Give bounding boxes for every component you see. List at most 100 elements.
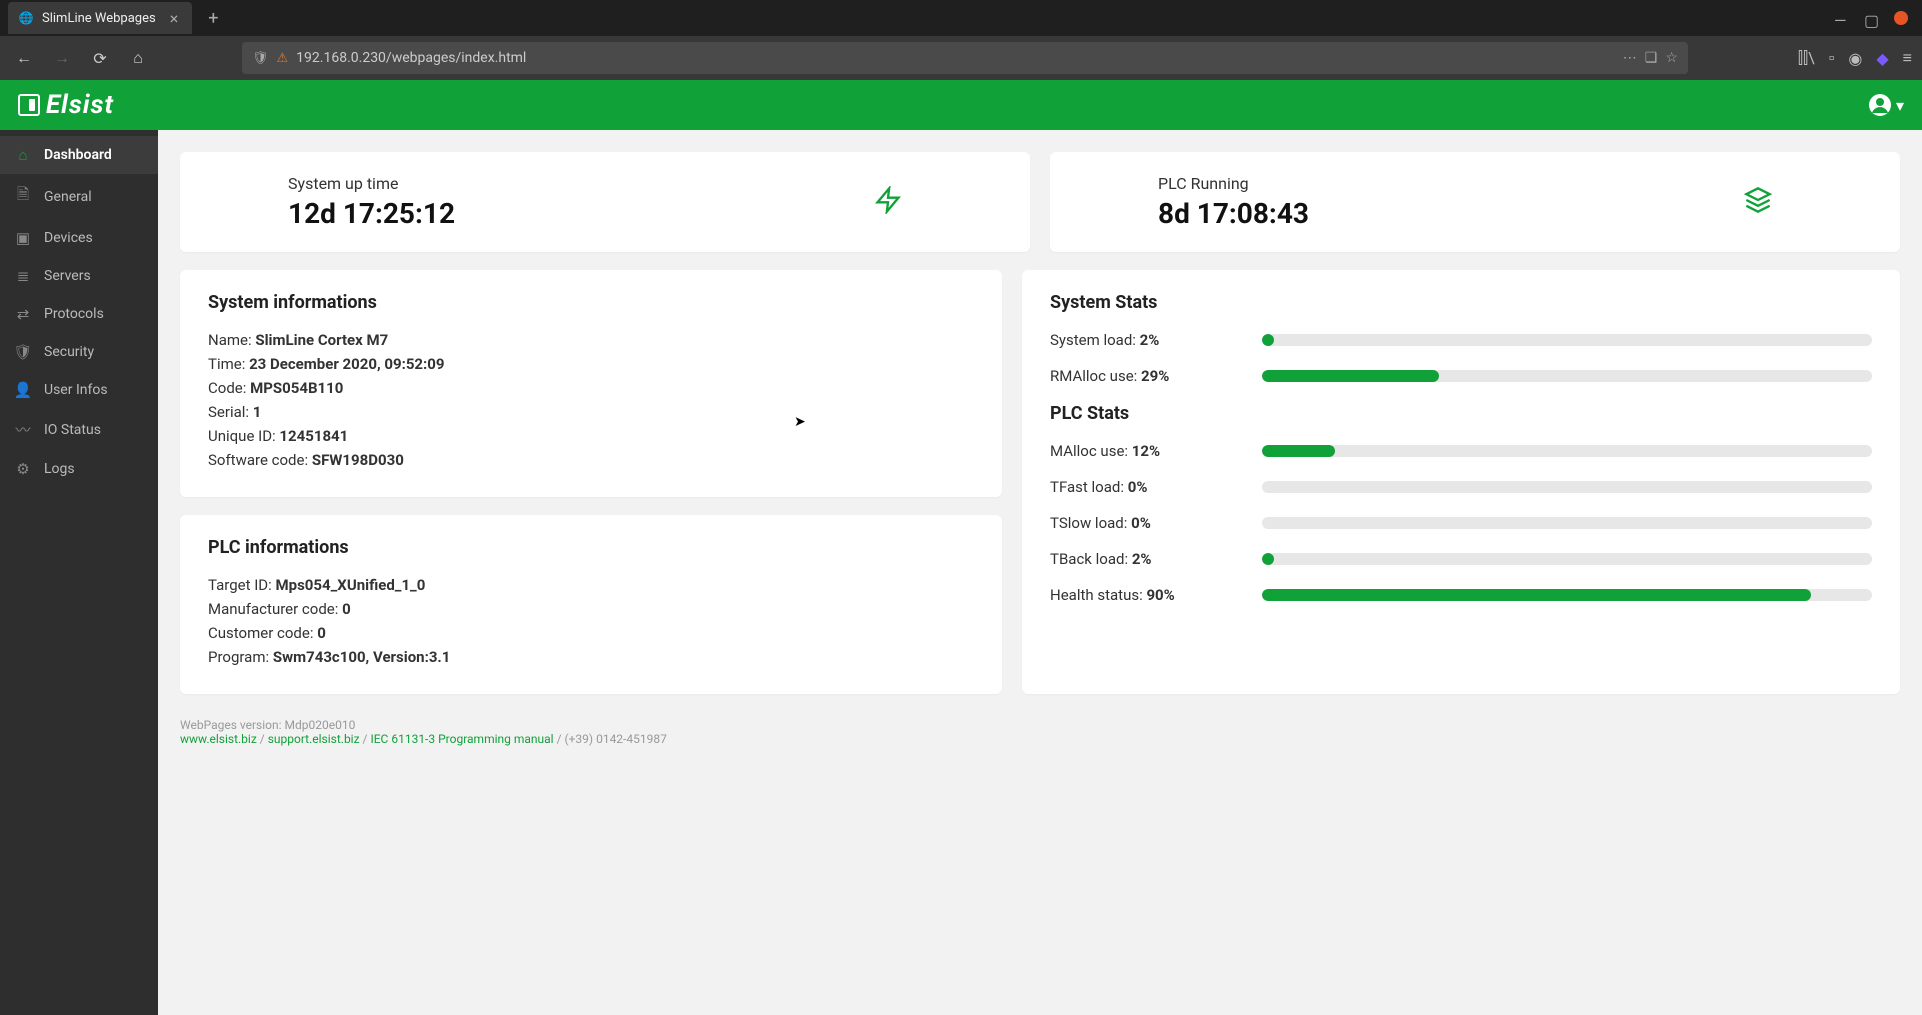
tab-favicon-icon: 🌐 (18, 10, 34, 26)
stat-tslow: TSlow load: 0% (1050, 514, 1872, 532)
info-time: Time: 23 December 2020, 09:52:09 (208, 355, 974, 373)
sidebar-label: Protocols (44, 306, 104, 322)
uptime-value: 12d 17:25:12 (288, 197, 455, 230)
progress-fill (1262, 589, 1811, 601)
nav-bar: ← → ⟳ ⌂ 🛡 ⚠ 192.168.0.230/webpages/index… (0, 36, 1922, 80)
footer: WebPages version: Mdp020e010 www.elsist.… (180, 718, 1900, 746)
stat-rmalloc: RMAlloc use: 29% (1050, 367, 1872, 385)
browser-tab[interactable]: 🌐 SlimLine Webpages × (8, 2, 192, 34)
stat-tfast: TFast load: 0% (1050, 478, 1872, 496)
plc-info-card: PLC informations Target ID: Mps054_XUnif… (180, 515, 1002, 694)
activity-icon: 〰 (14, 419, 32, 440)
info-uid: Unique ID: 12451841 (208, 427, 974, 445)
plc-running-label: PLC Running (1158, 174, 1309, 193)
document-icon: 🗎 (14, 184, 32, 209)
brand-logo[interactable]: Elsist (18, 90, 114, 120)
progress-fill (1262, 334, 1274, 346)
section-title: System informations (208, 292, 974, 313)
account-icon[interactable]: ◉ (1848, 49, 1862, 68)
url-bar[interactable]: 🛡 ⚠ 192.168.0.230/webpages/index.html ⋯ … (242, 42, 1688, 74)
tab-title: SlimLine Webpages (42, 11, 156, 26)
footer-phone: (+39) 0142-451987 (565, 732, 667, 746)
url-menu-icon[interactable]: ⋯ (1623, 50, 1637, 66)
bookmark-star-icon[interactable]: ☆ (1665, 50, 1678, 66)
progress-bar (1262, 334, 1872, 346)
sidebar-item-io-status[interactable]: 〰 IO Status (0, 409, 158, 450)
info-code: Code: MPS054B110 (208, 379, 974, 397)
sidebar-item-user-infos[interactable]: 👤 User Infos (0, 371, 158, 409)
sidebar-item-protocols[interactable]: ⇄ Protocols (0, 295, 158, 333)
stat-system-load: System load: 2% (1050, 331, 1872, 349)
back-button[interactable]: ← (10, 48, 38, 68)
sidebar-item-general[interactable]: 🗎 General (0, 174, 158, 219)
shield-icon[interactable]: 🛡 (252, 51, 269, 66)
progress-bar (1262, 517, 1872, 529)
tab-bar: 🌐 SlimLine Webpages × + — ▢ (0, 0, 1922, 36)
window-controls: — ▢ (1834, 11, 1922, 25)
footer-version: WebPages version: Mdp020e010 (180, 718, 1900, 732)
sidebar-label: Security (44, 344, 94, 360)
sidebar-toggle-icon[interactable]: ▫ (1829, 48, 1835, 68)
user-avatar-icon (1868, 93, 1892, 117)
footer-link-elsist[interactable]: www.elsist.biz (180, 732, 257, 746)
swap-icon: ⇄ (14, 305, 32, 323)
footer-link-manual[interactable]: IEC 61131-3 Programming manual (370, 732, 553, 746)
progress-bar (1262, 553, 1872, 565)
reload-button[interactable]: ⟳ (86, 49, 114, 68)
reader-icon[interactable]: ❏ (1645, 50, 1658, 66)
stat-tback: TBack load: 2% (1050, 550, 1872, 568)
chevron-down-icon: ▾ (1896, 96, 1904, 115)
section-title: PLC Stats (1050, 403, 1872, 424)
brand-name: Elsist (46, 90, 114, 120)
info-cust: Customer code: 0 (208, 624, 974, 642)
info-target: Target ID: Mps054_XUnified_1_0 (208, 576, 974, 594)
progress-fill (1262, 370, 1439, 382)
info-sw: Software code: SFW198D030 (208, 451, 974, 469)
url-text: 192.168.0.230/webpages/index.html (296, 50, 526, 66)
hamburger-menu-icon[interactable]: ≡ (1903, 48, 1912, 68)
uptime-label: System up time (288, 174, 455, 193)
shield-icon: 🛡 (14, 343, 32, 361)
progress-fill (1262, 553, 1274, 565)
sidebar-label: Devices (44, 230, 93, 246)
sidebar-label: Logs (44, 461, 75, 477)
app-header: Elsist ▾ (0, 80, 1922, 130)
stats-card: System Stats System load: 2% RMAlloc use… (1022, 270, 1900, 694)
sidebar-item-logs[interactable]: ⚙ Logs (0, 450, 158, 488)
lock-warning-icon[interactable]: ⚠ (277, 51, 289, 66)
plc-running-card: PLC Running 8d 17:08:43 (1050, 152, 1900, 252)
progress-bar (1262, 445, 1872, 457)
section-title: PLC informations (208, 537, 974, 558)
progress-bar (1262, 481, 1872, 493)
stat-malloc: MAlloc use: 12% (1050, 442, 1872, 460)
gear-icon: ⚙ (14, 460, 32, 478)
sidebar-label: Dashboard (44, 147, 112, 163)
forward-button: → (48, 48, 76, 68)
home-icon: ⌂ (14, 146, 32, 164)
progress-bar (1262, 370, 1872, 382)
stat-health: Health status: 90% (1050, 586, 1872, 604)
tab-close-icon[interactable]: × (170, 9, 179, 28)
new-tab-button[interactable]: + (200, 4, 226, 33)
library-icon[interactable]: ⫿⫿\ (1798, 48, 1815, 68)
user-menu-button[interactable]: ▾ (1868, 93, 1904, 117)
uptime-card: System up time 12d 17:25:12 (180, 152, 1030, 252)
window-close-icon[interactable] (1894, 11, 1908, 25)
sidebar-item-devices[interactable]: ▣ Devices (0, 219, 158, 257)
home-button[interactable]: ⌂ (124, 48, 152, 68)
window-minimize-icon[interactable]: — (1834, 11, 1848, 25)
sidebar-item-security[interactable]: 🛡 Security (0, 333, 158, 371)
footer-link-support[interactable]: support.elsist.biz (268, 732, 360, 746)
sidebar-label: General (44, 189, 92, 205)
user-icon: 👤 (14, 381, 32, 399)
info-serial: Serial: 1 (208, 403, 974, 421)
window-maximize-icon[interactable]: ▢ (1864, 11, 1878, 25)
extension-icon[interactable]: ◆ (1876, 49, 1888, 68)
layers-icon (1744, 186, 1772, 218)
sidebar-item-servers[interactable]: ≣ Servers (0, 257, 158, 295)
logo-mark-icon (18, 94, 40, 116)
sidebar-label: Servers (44, 268, 91, 284)
sidebar-item-dashboard[interactable]: ⌂ Dashboard (0, 136, 158, 174)
chip-icon: ▣ (14, 229, 32, 247)
progress-fill (1262, 445, 1335, 457)
